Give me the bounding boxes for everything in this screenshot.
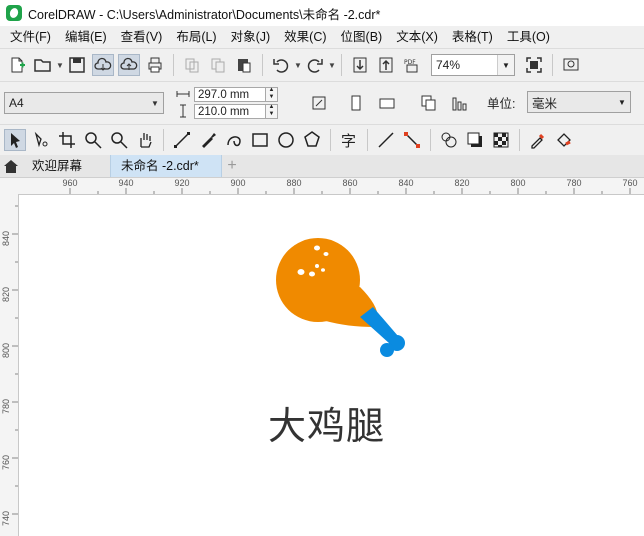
vertical-ruler[interactable]: 840 820 800 780 760 740: [0, 194, 19, 536]
save-icon[interactable]: [66, 54, 88, 76]
new-document-icon[interactable]: [6, 54, 28, 76]
undo-dropdown-icon[interactable]: ▼: [294, 54, 302, 76]
chicken-drumstick-artwork[interactable]: [265, 232, 415, 367]
ruler-origin-corner[interactable]: [0, 178, 19, 195]
crop-tool-icon[interactable]: [56, 129, 78, 151]
export-icon[interactable]: [375, 54, 397, 76]
chevron-down-icon: ▼: [151, 98, 159, 108]
width-spinner[interactable]: ▲ ▼: [266, 86, 278, 102]
zoom-out-tool-icon[interactable]: [108, 129, 130, 151]
paste-icon[interactable]: [233, 54, 255, 76]
tab-welcome-screen[interactable]: 欢迎屏幕: [22, 155, 110, 177]
separator: [552, 54, 553, 76]
toolbox: 字: [0, 125, 644, 156]
chevron-down-icon: ▼: [618, 97, 626, 107]
menu-view[interactable]: 查看(V): [117, 26, 167, 48]
current-page-icon[interactable]: [449, 92, 471, 114]
separator: [173, 54, 174, 76]
separator: [330, 129, 331, 151]
coreldraw-logo-icon: [6, 5, 22, 21]
page-size-select[interactable]: A4 ▼: [4, 92, 164, 114]
page-width-input[interactable]: 297.0 mm: [194, 86, 266, 102]
import-icon[interactable]: [349, 54, 371, 76]
bezier-tool-icon[interactable]: [223, 129, 245, 151]
redo-dropdown-icon[interactable]: ▼: [328, 54, 336, 76]
units-select[interactable]: 毫米 ▼: [527, 91, 631, 113]
standard-toolbar: ▼ ▼ ▼ PDF 74% ▼: [0, 49, 644, 82]
menu-effects[interactable]: 效果(C): [280, 26, 330, 48]
shape-tool-icon[interactable]: [30, 129, 52, 151]
horizontal-ruler[interactable]: 960 940 920 900 880 860 840 820 800 780 …: [18, 178, 644, 195]
full-screen-preview-icon[interactable]: [523, 54, 545, 76]
title-bar: CorelDRAW - C:\Users\Administrator\Docum…: [0, 0, 644, 26]
portrait-icon[interactable]: [345, 92, 367, 114]
all-pages-icon[interactable]: [418, 92, 440, 114]
menu-object[interactable]: 对象(J): [227, 26, 275, 48]
freehand-tool-icon[interactable]: [171, 129, 193, 151]
separator: [163, 129, 164, 151]
connector-tool-icon[interactable]: [401, 129, 423, 151]
new-tab-plus-icon[interactable]: +: [222, 155, 242, 177]
menu-layout[interactable]: 布局(L): [172, 26, 220, 48]
height-icon: [176, 104, 190, 118]
home-icon[interactable]: [0, 155, 22, 177]
blend-tool-icon[interactable]: [438, 129, 460, 151]
artwork-caption[interactable]: 大鸡腿: [268, 395, 385, 450]
polygon-tool-icon[interactable]: [301, 129, 323, 151]
page-height-input[interactable]: 210.0 mm: [194, 103, 266, 119]
chevron-down-icon: ▼: [497, 55, 514, 75]
menu-bar: 文件(F) 编辑(E) 查看(V) 布局(L) 对象(J) 效果(C) 位图(B…: [0, 26, 644, 49]
open-folder-icon[interactable]: [32, 54, 54, 76]
units-value: 毫米: [532, 96, 558, 111]
zoom-level-select[interactable]: 74% ▼: [431, 54, 515, 76]
page-dimensions: 297.0 mm ▲ ▼ 210.0 mm ▲ ▼: [176, 86, 294, 120]
width-icon: [176, 87, 190, 101]
zoom-tool-icon[interactable]: [82, 129, 104, 151]
publish-pdf-icon[interactable]: PDF: [401, 54, 423, 76]
copy-icon[interactable]: [207, 54, 229, 76]
document-tabs: 欢迎屏幕 未命名 -2.cdr* +: [0, 155, 644, 178]
page-size-value: A4: [9, 96, 24, 110]
separator: [367, 129, 368, 151]
cut-icon[interactable]: [181, 54, 203, 76]
text-tool-icon[interactable]: 字: [338, 129, 360, 151]
fill-tool-icon[interactable]: [553, 129, 575, 151]
separator: [341, 54, 342, 76]
menu-file[interactable]: 文件(F): [6, 26, 55, 48]
landscape-icon[interactable]: [376, 92, 398, 114]
drumstick-bone-knob: [380, 343, 394, 357]
zoom-value: 74%: [436, 58, 461, 72]
dimension-tool-icon[interactable]: [375, 129, 397, 151]
pan-tool-icon[interactable]: [134, 129, 156, 151]
pick-tool-icon[interactable]: [4, 129, 26, 151]
print-icon[interactable]: [144, 54, 166, 76]
options-icon[interactable]: [560, 54, 582, 76]
redo-icon[interactable]: [304, 54, 326, 76]
drop-shadow-tool-icon[interactable]: [464, 129, 486, 151]
rectangle-tool-icon[interactable]: [249, 129, 271, 151]
menu-table[interactable]: 表格(T): [448, 26, 497, 48]
ellipse-tool-icon[interactable]: [275, 129, 297, 151]
cloud-export-icon[interactable]: [118, 54, 140, 76]
transparency-tool-icon[interactable]: [490, 129, 512, 151]
svg-text:字: 字: [341, 132, 356, 149]
menu-tools[interactable]: 工具(O): [503, 26, 554, 48]
menu-text[interactable]: 文本(X): [392, 26, 442, 48]
separator: [262, 54, 263, 76]
height-spinner[interactable]: ▲ ▼: [266, 103, 278, 119]
undo-icon[interactable]: [270, 54, 292, 76]
window-title: CorelDRAW - C:\Users\Administrator\Docum…: [28, 7, 381, 22]
tab-document[interactable]: 未命名 -2.cdr*: [110, 155, 222, 177]
units-label: 单位:: [487, 97, 516, 111]
cloud-import-icon[interactable]: [92, 54, 114, 76]
menu-bitmaps[interactable]: 位图(B): [337, 26, 387, 48]
separator: [430, 129, 431, 151]
open-dropdown-icon[interactable]: ▼: [56, 54, 64, 76]
menu-edit[interactable]: 编辑(E): [61, 26, 111, 48]
eyedropper-tool-icon[interactable]: [527, 129, 549, 151]
separator: [519, 129, 520, 151]
artistic-media-tool-icon[interactable]: [197, 129, 219, 151]
orientation-lock-icon[interactable]: [308, 92, 330, 114]
